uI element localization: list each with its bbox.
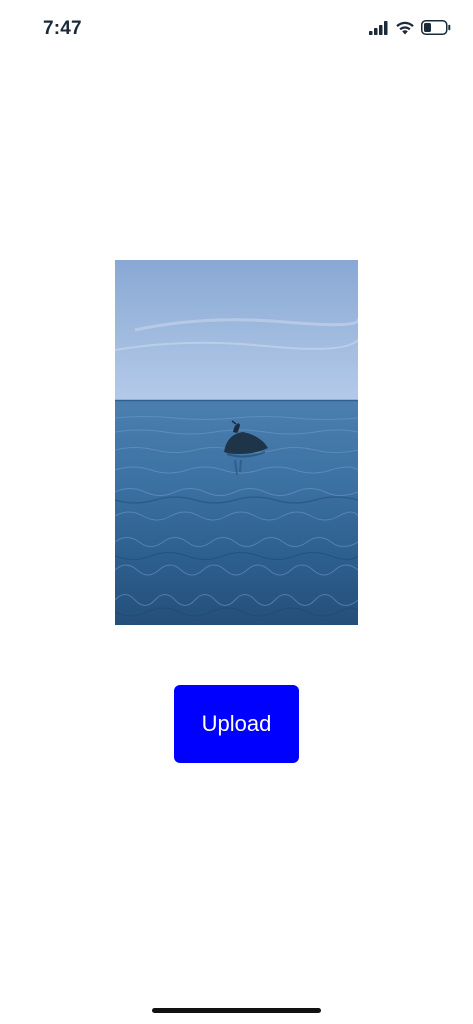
uploaded-photo [115, 260, 358, 625]
status-time: 7:47 [43, 18, 82, 39]
wifi-icon [395, 20, 415, 40]
upload-button[interactable]: Upload [174, 685, 299, 763]
status-icons [369, 20, 451, 40]
status-bar: 7:47 [0, 0, 473, 60]
home-indicator[interactable] [152, 1008, 321, 1013]
battery-icon [421, 20, 451, 40]
cellular-signal-icon [369, 20, 389, 40]
